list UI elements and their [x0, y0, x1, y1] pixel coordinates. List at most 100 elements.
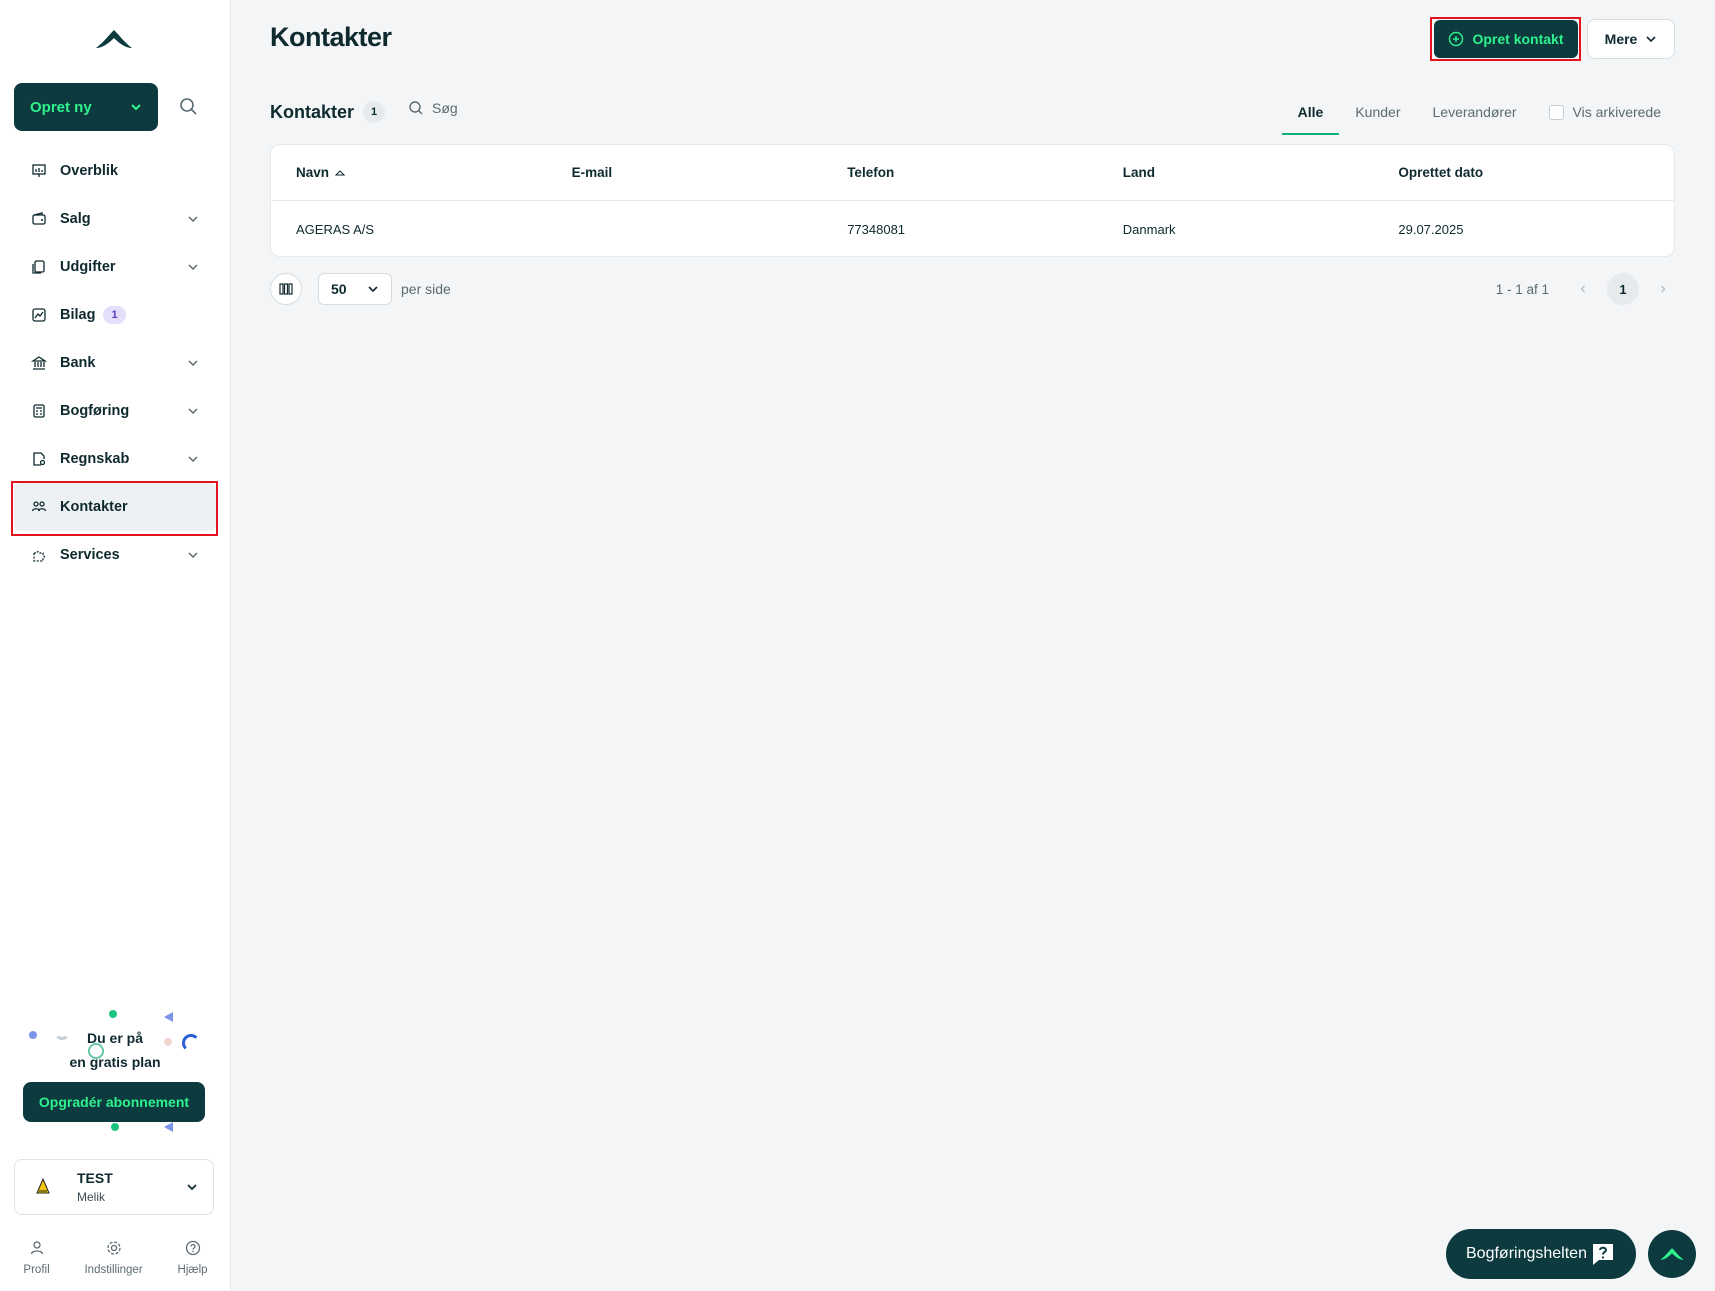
sidebar-item-bank[interactable]: Bank — [14, 339, 216, 387]
page-title: Kontakter — [270, 22, 392, 52]
calculator-icon — [30, 402, 48, 420]
user-icon — [30, 1241, 43, 1255]
help-circle-icon — [185, 1240, 200, 1256]
table-header: Navn E-mail Telefon Land Oprettet dato — [271, 145, 1674, 201]
sidebar-item-label: Salg — [60, 211, 91, 227]
column-label: Navn — [296, 165, 330, 180]
brand-launcher-button[interactable] — [1648, 1230, 1696, 1278]
profile-label: Profil — [23, 1264, 50, 1276]
chevron-down-icon — [188, 408, 198, 415]
logo-icon — [1660, 1248, 1684, 1260]
presentation-chart-icon — [30, 162, 48, 180]
wallet-icon — [30, 210, 48, 228]
column-header-telefon[interactable]: Telefon — [847, 165, 1123, 180]
chevron-down-icon — [1646, 36, 1656, 43]
chevron-down-icon — [188, 456, 198, 463]
sidebar-item-udgifter[interactable]: Udgifter — [14, 243, 216, 291]
contacts-table: Navn E-mail Telefon Land Oprettet dato A… — [270, 144, 1675, 257]
list-toolbar: Kontakter 1 Søg Alle Kunder Leverandører… — [270, 98, 1675, 138]
document-image-icon — [30, 306, 48, 324]
confetti-triangle-icon — [164, 1122, 173, 1132]
create-new-label: Opret ny — [30, 98, 92, 116]
previous-page-button[interactable] — [1571, 277, 1595, 301]
chevron-down-icon — [368, 286, 378, 293]
plus-circle-icon — [1449, 31, 1464, 47]
bottom-links: Profil Indstillinger Hjælp — [0, 1240, 231, 1276]
tab-kunder[interactable]: Kunder — [1339, 98, 1416, 135]
columns-button[interactable] — [270, 273, 302, 305]
account-switcher[interactable]: TEST Melik — [14, 1159, 214, 1215]
archived-label: Vis arkiverede — [1572, 104, 1661, 120]
company-avatar-icon — [31, 1175, 55, 1199]
page-size-value: 50 — [331, 281, 347, 297]
confetti-dot-icon — [111, 1123, 119, 1131]
column-header-navn[interactable]: Navn — [296, 165, 572, 180]
sidebar-item-label: Bank — [60, 355, 96, 371]
bank-icon — [30, 354, 48, 372]
tab-alle[interactable]: Alle — [1281, 98, 1340, 135]
pagination-right: 1 - 1 af 1 1 — [1496, 273, 1675, 305]
show-archived-toggle[interactable]: Vis arkiverede — [1533, 98, 1675, 120]
column-header-land[interactable]: Land — [1123, 165, 1399, 180]
search-placeholder: Søg — [432, 100, 458, 116]
chevron-down-icon — [188, 552, 198, 559]
create-contact-label: Opret kontakt — [1472, 31, 1564, 47]
sidebar-item-overblik[interactable]: Overblik — [14, 147, 216, 195]
sidebar-item-label: Bogføring — [60, 403, 130, 419]
search-icon — [409, 101, 423, 115]
settings-link[interactable]: Indstillinger — [84, 1240, 143, 1276]
per-side-label: per side — [401, 281, 451, 297]
sidebar-nav: Overblik Salg Udgifter Bilag 1 Bank Bogf… — [14, 147, 216, 579]
pagination-left: 50 per side — [270, 273, 451, 305]
count-badge: 1 — [363, 101, 385, 123]
account-text: TEST Melik — [77, 1170, 113, 1204]
create-new-button[interactable]: Opret ny — [14, 83, 158, 131]
columns-icon — [279, 283, 293, 295]
receipts-icon — [30, 258, 48, 276]
help-label: Hjælp — [177, 1264, 208, 1276]
page-size-select[interactable]: 50 — [318, 273, 392, 305]
puzzle-icon — [30, 546, 48, 564]
archived-checkbox[interactable] — [1548, 104, 1564, 120]
search-input[interactable]: Søg — [408, 100, 458, 116]
count-badge: 1 — [103, 306, 126, 324]
help-link[interactable]: Hjælp — [178, 1240, 208, 1276]
logo-icon[interactable] — [94, 26, 134, 52]
column-header-oprettet-dato[interactable]: Oprettet dato — [1398, 165, 1674, 180]
sidebar-item-regnskab[interactable]: Regnskab — [14, 435, 216, 483]
more-button[interactable]: Mere — [1587, 19, 1675, 59]
column-header-email[interactable]: E-mail — [572, 165, 848, 180]
list-title: Kontakter — [270, 102, 355, 122]
more-label: Mere — [1604, 31, 1638, 47]
upgrade-button[interactable]: Opgradér abonnement — [23, 1082, 205, 1122]
account-name: TEST — [77, 1170, 113, 1186]
sidebar-item-kontakter[interactable]: Kontakter — [14, 483, 216, 531]
sidebar-item-label: Bilag — [60, 307, 96, 323]
profile-link[interactable]: Profil — [23, 1240, 50, 1276]
tab-leverandorer[interactable]: Leverandører — [1417, 98, 1533, 135]
assistant-label: Bogføringshelten — [1466, 1245, 1587, 1262]
sidebar-item-label: Udgifter — [60, 259, 116, 275]
sort-ascending-icon — [335, 169, 346, 175]
next-page-button[interactable] — [1651, 277, 1675, 301]
chevron-down-icon — [131, 104, 141, 111]
search-icon[interactable] — [178, 96, 200, 118]
assistant-button[interactable]: Bogføringshelten — [1446, 1229, 1636, 1279]
cell-oprettet-dato: 29.07.2025 — [1398, 221, 1464, 237]
report-search-icon — [30, 450, 48, 468]
chevron-down-icon — [188, 216, 198, 223]
account-user: Melik — [77, 1190, 106, 1204]
filter-tabs: Alle Kunder Leverandører Vis arkiverede — [1281, 98, 1675, 138]
settings-label: Indstillinger — [84, 1264, 143, 1276]
table-row[interactable]: AGERAS A/S 77348081 Danmark 29.07.2025 — [271, 201, 1674, 257]
sidebar: Opret ny Overblik Salg Udgifter Bilag 1 … — [0, 0, 231, 1291]
cell-land: Danmark — [1122, 221, 1176, 237]
sidebar-item-salg[interactable]: Salg — [14, 195, 216, 243]
sidebar-item-bilag[interactable]: Bilag 1 — [14, 291, 216, 339]
sidebar-item-services[interactable]: Services — [14, 531, 216, 579]
create-contact-button[interactable]: Opret kontakt — [1434, 20, 1578, 58]
sidebar-item-bogforing[interactable]: Bogføring — [14, 387, 216, 435]
chevron-down-icon — [188, 264, 198, 271]
chevron-right-icon — [1661, 285, 1666, 293]
page-number-button[interactable]: 1 — [1607, 273, 1639, 305]
